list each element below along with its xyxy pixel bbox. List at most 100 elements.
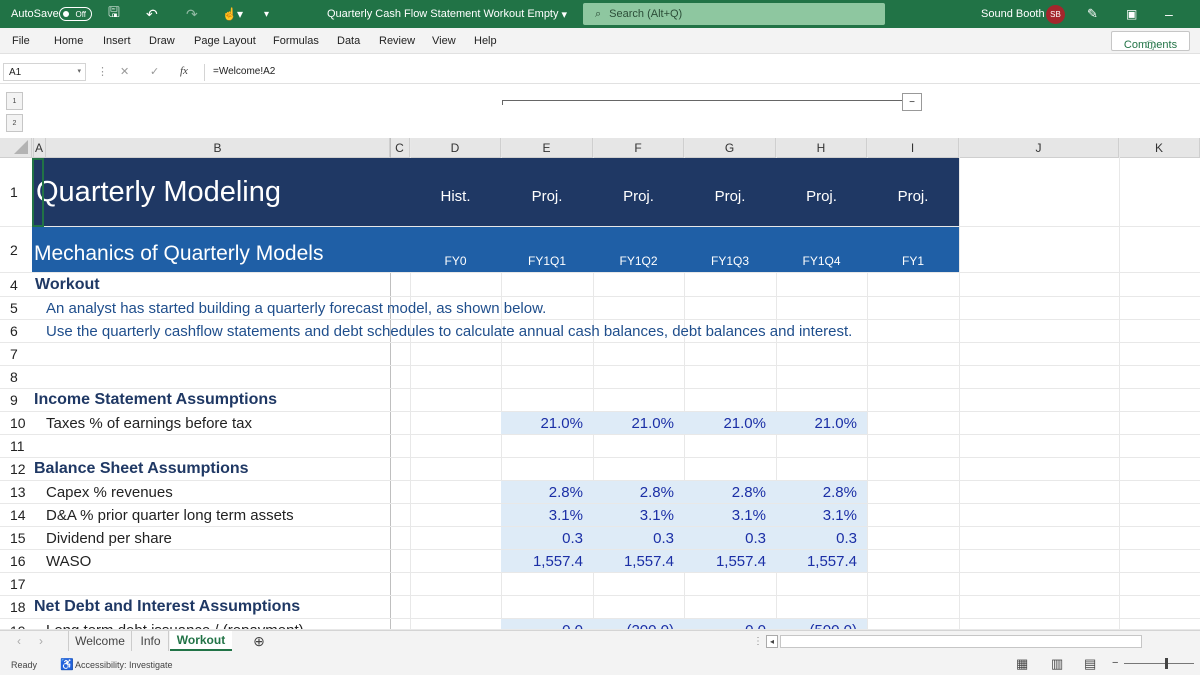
column-header-d[interactable]: D [410,138,501,158]
row-header[interactable]: 18 [0,596,32,618]
outline-level-2-button[interactable]: 2 [6,114,23,132]
instruction-text[interactable]: Use the quarterly cashflow statements an… [46,320,946,342]
row-label[interactable]: Capex % revenues [46,481,390,503]
tab-view[interactable]: View [432,35,456,47]
row-header[interactable]: 17 [0,573,32,595]
function-icon[interactable]: fx [180,65,188,77]
cell-g19[interactable]: 0.0 [684,619,776,629]
enter-icon[interactable]: ✓ [150,65,159,78]
tab-data[interactable]: Data [337,35,360,47]
section-heading-workout[interactable]: Workout [35,274,435,296]
section-heading-income-statement[interactable]: Income Statement Assumptions [34,389,434,411]
cell-d2[interactable]: FY0 [410,227,501,272]
page-layout-view-icon[interactable]: ▥ [1051,656,1063,672]
column-header-c[interactable]: C [390,138,410,158]
minimize-icon[interactable]: – [1165,0,1173,28]
document-title[interactable]: Quarterly Cash Flow Statement Workout Em… [327,0,567,28]
cell-e15[interactable]: 0.3 [501,527,593,549]
column-header-e[interactable]: E [501,138,593,158]
cell-g10[interactable]: 21.0% [684,412,776,434]
row-header[interactable]: 11 [0,435,32,457]
section-heading-net-debt[interactable]: Net Debt and Interest Assumptions [34,596,434,618]
row-label[interactable]: D&A % prior quarter long term assets [46,504,390,526]
column-header-k[interactable]: K [1119,138,1200,158]
cell-g13[interactable]: 2.8% [684,481,776,503]
section-heading-balance-sheet[interactable]: Balance Sheet Assumptions [34,458,434,480]
customize-toolbar-icon[interactable]: ▾ [264,0,269,28]
row-header[interactable]: 6 [0,320,32,342]
cell-i1[interactable]: Proj. [867,158,959,226]
zoom-slider[interactable] [1124,663,1194,664]
autosave-toggle[interactable]: Off [59,7,92,21]
row-header[interactable]: 7 [0,343,32,365]
cell-e2[interactable]: FY1Q1 [501,227,593,272]
tab-home[interactable]: Home [54,35,83,47]
select-all-button[interactable] [0,138,32,158]
row-header[interactable]: 12 [0,458,32,480]
tab-file[interactable]: File [12,35,30,47]
comments-button[interactable]: 🗨 Comments [1111,31,1190,52]
tab-formulas[interactable]: Formulas [273,35,319,47]
row-label[interactable]: Dividend per share [46,527,390,549]
undo-icon[interactable]: ↶ [146,0,158,28]
page-break-view-icon[interactable]: ▤ [1084,656,1096,672]
row-header[interactable]: 13 [0,481,32,503]
tab-insert[interactable]: Insert [103,35,131,47]
column-header-f[interactable]: F [593,138,684,158]
row-header[interactable]: 15 [0,527,32,549]
cell-f10[interactable]: 21.0% [593,412,684,434]
column-header-i[interactable]: I [867,138,959,158]
column-header-g[interactable]: G [684,138,776,158]
row-header[interactable]: 16 [0,550,32,572]
row-header[interactable]: 1 [0,158,32,226]
row-header[interactable]: 4 [0,274,32,296]
row-header[interactable]: 10 [0,412,32,434]
cell-e1[interactable]: Proj. [501,158,593,226]
sheet-tab-welcome[interactable]: Welcome [68,631,132,651]
tab-draw[interactable]: Draw [149,35,175,47]
page-title[interactable]: Quarterly Modeling [36,158,390,226]
cell-f2[interactable]: FY1Q2 [593,227,684,272]
cell-i2[interactable]: FY1 [867,227,959,272]
cell-h2[interactable]: FY1Q4 [776,227,867,272]
cancel-icon[interactable]: ✕ [120,65,129,78]
cell-h16[interactable]: 1,557.4 [776,550,867,572]
zoom-slider-thumb[interactable] [1165,658,1168,669]
user-name[interactable]: Sound Booth [981,0,1045,28]
cell-f1[interactable]: Proj. [593,158,684,226]
cell-e13[interactable]: 2.8% [501,481,593,503]
search-box[interactable]: ⌕ Search (Alt+Q) [583,3,885,25]
add-sheet-icon[interactable]: ⊕ [250,631,268,651]
tab-page-layout[interactable]: Page Layout [194,35,256,47]
column-header-h[interactable]: H [776,138,867,158]
save-icon[interactable]: 🖫 [108,0,120,28]
sheet-tab-info[interactable]: Info [133,631,169,651]
row-label[interactable]: WASO [46,550,390,572]
pen-icon[interactable]: ✎ [1087,0,1098,28]
row-header[interactable]: 19 [0,619,32,630]
row-header[interactable]: 14 [0,504,32,526]
instruction-text[interactable]: An analyst has started building a quarte… [46,297,846,319]
redo-icon[interactable]: ↷ [186,0,198,28]
row-label[interactable]: Taxes % of earnings before tax [46,412,390,434]
zoom-out-icon[interactable]: − [1112,657,1118,669]
splitter-handle-icon[interactable]: ⋮ [753,631,763,651]
cell-d1[interactable]: Hist. [410,158,501,226]
cell-h19[interactable]: (500.0) [776,619,867,629]
tab-help[interactable]: Help [474,35,497,47]
cell-h10[interactable]: 21.0% [776,412,867,434]
cell-h13[interactable]: 2.8% [776,481,867,503]
column-header-a-label[interactable]: A [34,138,46,158]
cell-g15[interactable]: 0.3 [684,527,776,549]
formula-input[interactable]: =Welcome!A2 [204,64,1199,81]
scroll-left-icon[interactable]: ◂ [766,635,778,648]
name-box[interactable]: A1 [3,63,86,81]
normal-view-icon[interactable]: ▦ [1016,656,1028,672]
collapse-group-button[interactable]: − [902,93,922,111]
cell-h15[interactable]: 0.3 [776,527,867,549]
ribbon-display-icon[interactable]: ▣ [1126,0,1137,28]
column-header-b[interactable]: B [46,138,390,158]
row-label[interactable]: Long term debt issuance / (repayment) [46,619,390,629]
cell-e16[interactable]: 1,557.4 [501,550,593,572]
cell-g1[interactable]: Proj. [684,158,776,226]
